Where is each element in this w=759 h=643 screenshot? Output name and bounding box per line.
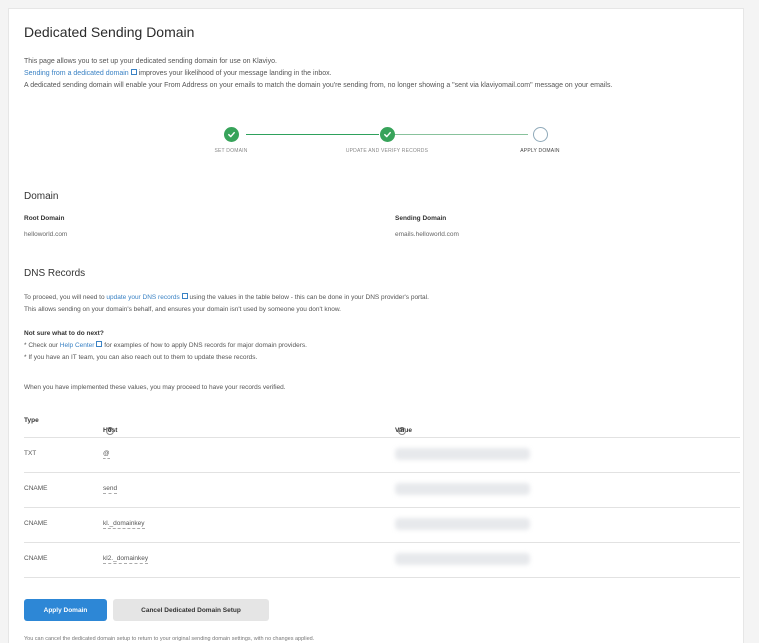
check-icon	[379, 127, 395, 142]
help-center-link[interactable]: Help Center	[60, 341, 103, 349]
record-type: TXT	[24, 450, 37, 457]
empty-circle-icon	[532, 127, 548, 142]
domain-heading: Domain	[24, 191, 59, 202]
dedicated-domain-link[interactable]: Sending from a dedicated domain	[24, 69, 137, 77]
dns-records-table: Type Host? Value? TXT @ CNAME send CNAME…	[24, 407, 740, 578]
record-host[interactable]: kl2._domainkey	[103, 555, 149, 564]
help-icon[interactable]: ?	[106, 427, 114, 435]
table-row: CNAME kl2._domainkey	[24, 543, 740, 578]
record-host[interactable]: @	[103, 450, 110, 459]
record-value-redacted	[395, 553, 530, 565]
check-icon	[223, 127, 239, 142]
update-dns-records-link[interactable]: update your DNS records	[106, 293, 188, 301]
record-type: CNAME	[24, 555, 48, 562]
intro-text: This page allows you to set up your dedi…	[24, 56, 724, 92]
intro-line-1: This page allows you to set up your dedi…	[24, 58, 277, 65]
progress-stepper: SET DOMAIN UPDATE AND VERIFY RECORDS APP…	[24, 127, 744, 167]
sending-domain-value: emails.helloworld.com	[395, 231, 459, 238]
apply-domain-button[interactable]: Apply Domain	[24, 599, 107, 621]
col-type-header: Type	[24, 417, 39, 424]
external-link-icon	[96, 341, 103, 347]
sending-domain-label: Sending Domain	[395, 215, 447, 222]
help-icon[interactable]: ?	[398, 427, 406, 435]
domain-setup-card: Dedicated Sending Domain This page allow…	[8, 8, 744, 643]
dns-paragraph-2: This allows sending on your domain's beh…	[24, 306, 341, 313]
record-value-redacted	[395, 448, 530, 460]
external-link-icon	[130, 69, 137, 75]
record-type: CNAME	[24, 485, 48, 492]
record-host[interactable]: send	[103, 485, 118, 494]
root-domain-value: helloworld.com	[24, 231, 68, 238]
table-row: CNAME send	[24, 473, 740, 508]
step-set-domain: SET DOMAIN	[176, 127, 286, 154]
table-row: TXT @	[24, 438, 740, 473]
dns-instructions: To proceed, you will need to update your…	[24, 292, 744, 316]
bullet-help-center: * Check our Help Center for examples of …	[24, 341, 307, 349]
step-label: UPDATE AND VERIFY RECORDS	[345, 148, 429, 154]
intro-line-2: Sending from a dedicated domain improves…	[24, 69, 332, 77]
verify-note: When you have implemented these values, …	[24, 384, 286, 391]
cancel-setup-button[interactable]: Cancel Dedicated Domain Setup	[113, 599, 269, 621]
root-domain-label: Root Domain	[24, 215, 65, 222]
step-label: SET DOMAIN	[214, 148, 248, 154]
not-sure-heading: Not sure what to do next?	[24, 330, 104, 337]
step-update-verify: UPDATE AND VERIFY RECORDS	[332, 127, 442, 154]
record-host[interactable]: kl._domainkey	[103, 520, 145, 529]
next-steps: Not sure what to do next? * Check our He…	[24, 328, 744, 364]
bullet-it-team: * If you have an IT team, you can also r…	[24, 354, 258, 361]
intro-line-3: A dedicated sending domain will enable y…	[24, 82, 613, 89]
step-apply-domain: APPLY DOMAIN	[485, 127, 595, 154]
record-type: CNAME	[24, 520, 48, 527]
page-title: Dedicated Sending Domain	[24, 24, 195, 40]
record-value-redacted	[395, 518, 530, 530]
table-header: Type Host? Value?	[24, 407, 740, 438]
step-label: APPLY DOMAIN	[520, 148, 560, 154]
cancel-footnote: You can cancel the dedicated domain setu…	[24, 636, 315, 642]
external-link-icon	[181, 293, 188, 299]
record-value-redacted	[395, 483, 530, 495]
table-row: CNAME kl._domainkey	[24, 508, 740, 543]
dns-paragraph-1: To proceed, you will need to update your…	[24, 293, 429, 301]
dns-records-heading: DNS Records	[24, 268, 86, 279]
